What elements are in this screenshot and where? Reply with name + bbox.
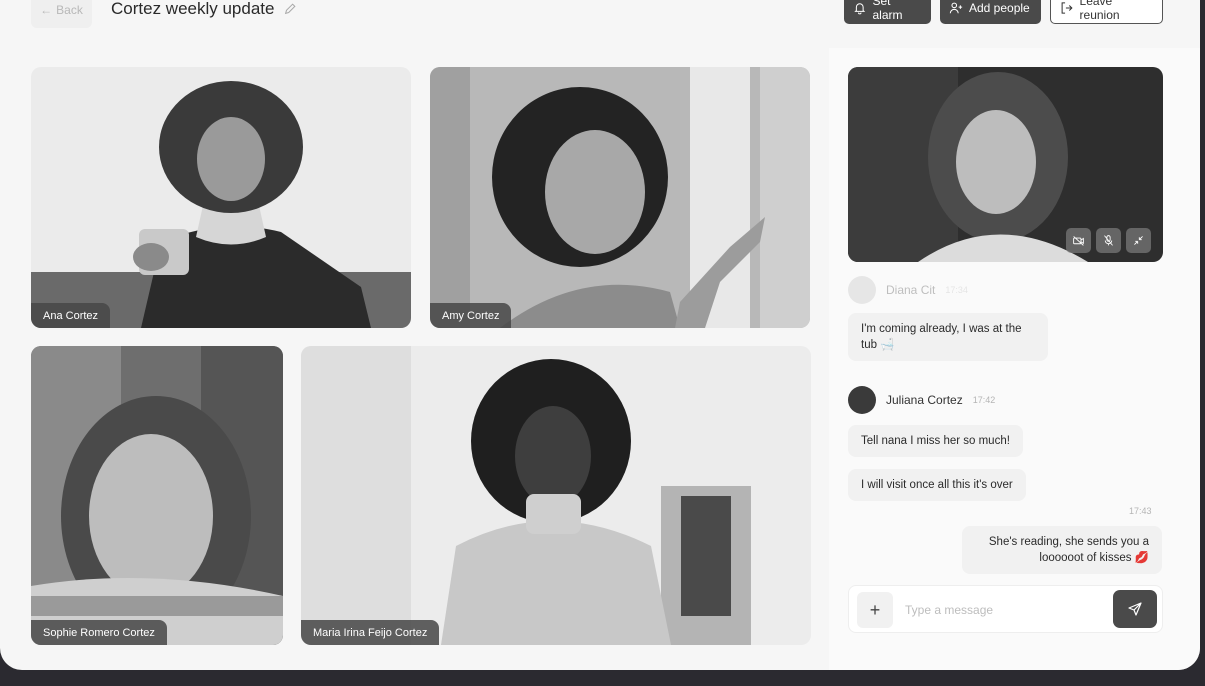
participant-name: Ana Cortez: [31, 303, 111, 328]
app-window: ← Back Cortez weekly update Set alarm Ad…: [0, 0, 1200, 670]
header: ← Back Cortez weekly update Set alarm Ad…: [0, 0, 1200, 36]
chat-message-own: She's reading, she sends you a loooooot …: [962, 526, 1162, 574]
self-video-tile[interactable]: [848, 67, 1163, 262]
user-plus-icon: [949, 2, 963, 14]
set-alarm-label: Set alarm: [872, 0, 903, 22]
video-tile-amy[interactable]: Amy Cortez: [430, 67, 810, 328]
chat-message: Tell nana I miss her so much!: [848, 425, 1023, 457]
send-button[interactable]: [1113, 590, 1157, 628]
add-people-button[interactable]: Add people: [940, 0, 1041, 24]
video-feed-image: [430, 67, 810, 328]
avatar: [848, 386, 876, 414]
video-feed-image: [301, 346, 811, 645]
message-time: 17:42: [972, 395, 996, 405]
chat-sender: Juliana Cortez 17:42: [848, 386, 995, 414]
video-feed-image: [31, 346, 283, 645]
message-time: 17:43: [1129, 506, 1152, 516]
chat-message: I will visit once all this it's over: [848, 469, 1026, 501]
pencil-icon[interactable]: [283, 2, 297, 16]
video-feed-image: [31, 67, 411, 328]
chat-message: I'm coming already, I was at the tub 🛁: [848, 313, 1048, 361]
minimize-button[interactable]: [1126, 228, 1151, 253]
avatar: [848, 276, 876, 304]
video-tile-ana[interactable]: Ana Cortez: [31, 67, 411, 328]
message-input[interactable]: [905, 600, 1095, 620]
participant-name: Maria Irina Feijo Cortez: [301, 620, 440, 645]
attach-button[interactable]: +: [857, 592, 893, 628]
collapse-icon: [1134, 236, 1143, 245]
video-tile-maria[interactable]: Maria Irina Feijo Cortez: [301, 346, 811, 645]
participant-name: Amy Cortez: [430, 303, 512, 328]
arrow-left-icon: ←: [40, 3, 53, 17]
message-time: 17:34: [945, 285, 968, 295]
meeting-title: Cortez weekly update: [111, 0, 297, 19]
sender-name: Diana Cit: [886, 283, 936, 297]
chat-sender-faded: Diana Cit 17:34: [848, 276, 968, 304]
participant-name: Sophie Romero Cortez: [31, 620, 167, 645]
camera-off-icon: [1073, 236, 1084, 246]
leave-reunion-button[interactable]: Leave reunion: [1050, 0, 1163, 24]
back-label: Back: [56, 3, 83, 17]
camera-off-button[interactable]: [1066, 228, 1091, 253]
message-composer: +: [848, 585, 1163, 633]
plus-icon: +: [869, 599, 881, 620]
set-alarm-button[interactable]: Set alarm: [844, 0, 931, 24]
sender-name: Juliana Cortez: [886, 393, 963, 407]
video-tile-sophie[interactable]: Sophie Romero Cortez: [31, 346, 283, 645]
send-icon: [1128, 602, 1142, 616]
exit-icon: [1061, 2, 1073, 14]
mic-off-icon: [1104, 235, 1113, 246]
meeting-title-text: Cortez weekly update: [111, 0, 275, 18]
leave-reunion-label: Leave reunion: [1079, 0, 1120, 22]
back-button[interactable]: ← Back: [31, 0, 92, 28]
mute-mic-button[interactable]: [1096, 228, 1121, 253]
add-people-label: Add people: [969, 1, 1030, 15]
bell-icon: [854, 3, 866, 15]
